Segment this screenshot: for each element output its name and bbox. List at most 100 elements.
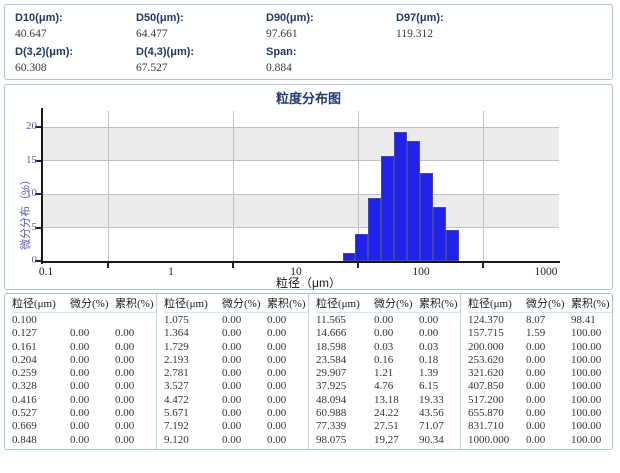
table-row: 157.7151.59100.00 [461, 327, 612, 340]
summary-field-label: D(4,3)(μm): [136, 44, 266, 60]
table-cell: 655.870 [468, 407, 526, 420]
table-header-row: 粒径(μm)微分(%)累积(%) [5, 296, 156, 314]
v-gridline [108, 111, 109, 261]
table-cell: 0.00 [222, 354, 267, 367]
summary-field: D(3,2)(μm):60.308 [15, 44, 136, 78]
distribution-bar [343, 253, 356, 261]
table-group: 粒径(μm)微分(%)累积(%)1.0750.000.001.3640.000.… [157, 294, 309, 449]
table-row: 0.2040.000.00 [5, 354, 156, 367]
table-row: 9.1200.000.00 [157, 434, 308, 447]
table-row: 200.0000.00100.00 [461, 341, 612, 354]
h-gridline [43, 160, 559, 161]
table-cell: 71.07 [419, 420, 461, 433]
summary-field-value: 67.527 [136, 60, 266, 76]
summary-field-value: 119.312 [396, 26, 608, 42]
table-cell: 0.00 [115, 394, 157, 407]
table-cell: 0.00 [70, 420, 115, 433]
table-cell: 90.34 [419, 434, 461, 447]
summary-field-label: D50(μm): [136, 10, 266, 26]
table-cell: 0.00 [70, 380, 115, 393]
table-cell: 0.00 [115, 407, 157, 420]
table-cell: 0.00 [222, 434, 267, 447]
table-cell: 0.00 [526, 354, 571, 367]
chart-title: 粒度分布图 [5, 88, 612, 107]
y-tick-label: 0 [9, 254, 37, 266]
table-cell: 1.21 [374, 367, 419, 380]
table-cell: 0.00 [115, 327, 157, 340]
table-cell: 321.620 [468, 367, 526, 380]
table-cell: 0.100 [12, 314, 70, 327]
table-row: 517.2000.00100.00 [461, 394, 612, 407]
table-cell: 0.00 [222, 367, 267, 380]
table-row: 0.8480.000.00 [5, 434, 156, 447]
table-cell: 0.00 [267, 394, 309, 407]
table-cell: 0.00 [526, 420, 571, 433]
summary-panel: D10(μm):40.647D50(μm):64.477D90(μm):97.6… [4, 4, 613, 80]
table-cell: 23.584 [316, 354, 374, 367]
table-cell: 0.00 [115, 354, 157, 367]
table-cell: 0.00 [267, 354, 309, 367]
table-cell: 0.00 [222, 314, 267, 327]
table-row: 48.09413.1819.33 [309, 394, 460, 407]
table-cell: 0.00 [267, 407, 309, 420]
table-row: 0.100 [5, 314, 156, 327]
table-cell: 0.00 [526, 407, 571, 420]
summary-field: D50(μm):64.477 [136, 10, 266, 44]
summary-field-label: D90(μm): [266, 10, 396, 26]
table-row: 0.6690.000.00 [5, 420, 156, 433]
table-cell: 4.76 [374, 380, 419, 393]
table-header-cell: 累积(%) [571, 296, 612, 313]
table-cell: 1.729 [164, 341, 222, 354]
y-tick-label: 10 [9, 187, 37, 199]
x-tick-mark [357, 263, 359, 268]
summary-grid: D10(μm):40.647D50(μm):64.477D90(μm):97.6… [15, 10, 608, 77]
distribution-bar [407, 141, 420, 261]
table-cell: 4.472 [164, 394, 222, 407]
table-cell: 77.339 [316, 420, 374, 433]
distribution-bar [381, 156, 394, 261]
table-cell: 60.988 [316, 407, 374, 420]
table-cell: 100.00 [571, 394, 612, 407]
table-cell: 0.00 [70, 394, 115, 407]
table-row: 29.9071.211.39 [309, 367, 460, 380]
summary-field: D10(μm):40.647 [15, 10, 136, 44]
table-row: 655.8700.00100.00 [461, 407, 612, 420]
table-cell: 43.56 [419, 407, 461, 420]
table-cell: 0.00 [267, 380, 309, 393]
summary-field: Span:0.884 [266, 44, 396, 78]
table-row: 3.5270.000.00 [157, 380, 308, 393]
table-row: 124.3708.0798.41 [461, 314, 612, 327]
table-row: 18.5980.030.03 [309, 341, 460, 354]
chart-panel: 粒度分布图 微分分布（%） 051015200.11101001000 粒径（μ… [4, 84, 613, 290]
x-axis-label: 粒径（μm） [5, 274, 612, 291]
table-cell: 0.204 [12, 354, 70, 367]
table-cell: 200.000 [468, 341, 526, 354]
x-tick-mark [232, 263, 234, 268]
table-row: 1.3640.000.00 [157, 327, 308, 340]
table-cell: 0.00 [267, 420, 309, 433]
table-cell: 0.669 [12, 420, 70, 433]
table-header-row: 粒径(μm)微分(%)累积(%) [461, 296, 612, 314]
table-header-cell: 微分(%) [70, 296, 115, 313]
table-cell: 0.16 [374, 354, 419, 367]
table-row: 407.8500.00100.00 [461, 380, 612, 393]
table-cell: 19.27 [374, 434, 419, 447]
table-row: 0.5270.000.00 [5, 407, 156, 420]
table-cell: 98.41 [571, 314, 612, 327]
h-gridline [43, 227, 559, 228]
table-cell: 1.364 [164, 327, 222, 340]
table-row: 2.7810.000.00 [157, 367, 308, 380]
summary-field: D97(μm):119.312 [396, 10, 608, 44]
table-header-cell: 粒径(μm) [164, 296, 222, 313]
table-cell: 1.075 [164, 314, 222, 327]
table-cell: 27.51 [374, 420, 419, 433]
table-cell: 0.00 [526, 367, 571, 380]
summary-field-value: 97.661 [266, 26, 396, 42]
summary-field: D90(μm):97.661 [266, 10, 396, 44]
table-row: 0.1610.000.00 [5, 341, 156, 354]
table-cell: 0.127 [12, 327, 70, 340]
table-header-cell: 粒径(μm) [316, 296, 374, 313]
table-cell: 0.328 [12, 380, 70, 393]
table-cell: 11.565 [316, 314, 374, 327]
table-cell: 2.781 [164, 367, 222, 380]
